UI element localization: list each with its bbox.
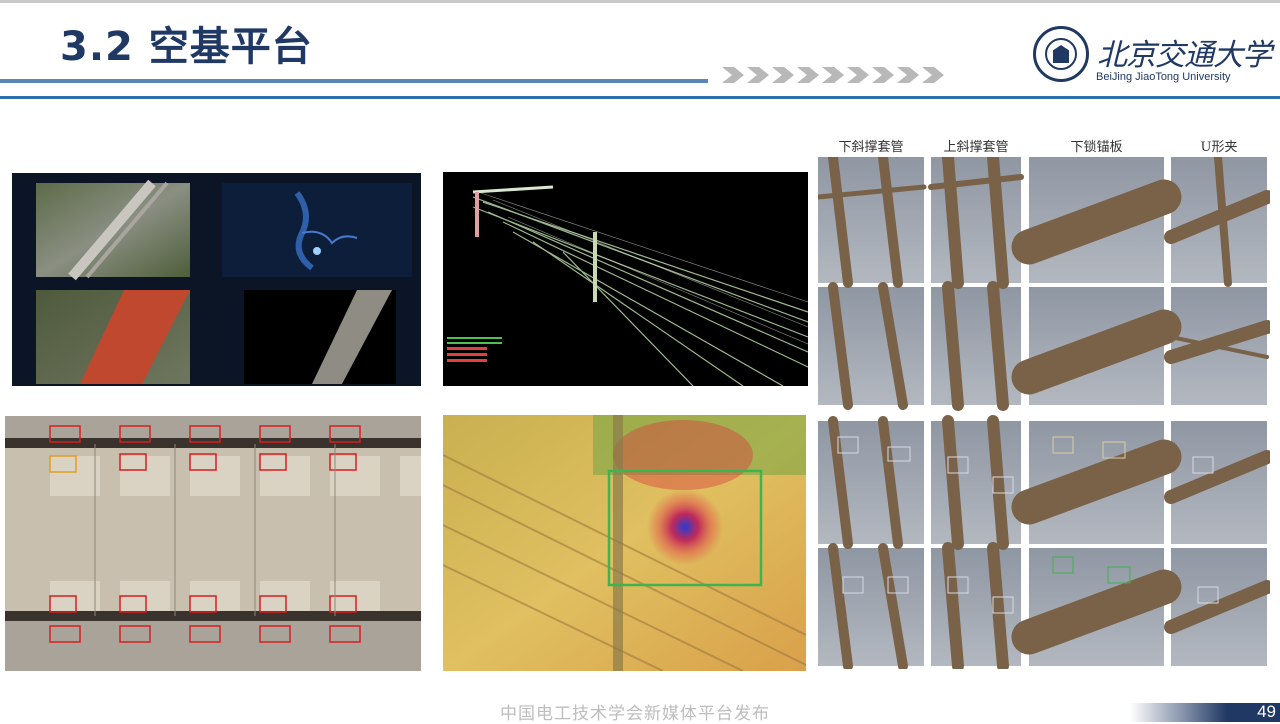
chevron-arrows-icon bbox=[722, 67, 944, 85]
university-name-cn: 北京交通大学 bbox=[1097, 38, 1272, 73]
title-underline bbox=[0, 79, 708, 83]
university-seal-icon bbox=[1033, 26, 1089, 82]
component-grid-image bbox=[818, 157, 1270, 669]
university-name-en: BeiJing JiaoTong University bbox=[1096, 71, 1231, 83]
page-number: 49 bbox=[1257, 702, 1276, 721]
top-border bbox=[0, 0, 1280, 3]
header-lower-brace-sleeve: 下斜撑套管 bbox=[838, 140, 904, 155]
drone-dashboard-image bbox=[12, 173, 421, 386]
catenary-heatmap-image bbox=[443, 415, 806, 671]
header-upper-brace-sleeve: 上斜撑套管 bbox=[943, 140, 1009, 155]
catenary-wireframe-image bbox=[443, 172, 808, 386]
header-u-clamp: U形夹 bbox=[1200, 140, 1238, 155]
footer-watermark: 中国电工技术学会新媒体平台发布 bbox=[500, 704, 770, 724]
university-logo: 北京交通大学 BeiJing JiaoTong University bbox=[1033, 24, 1272, 90]
slide-title: 3.2 空基平台 bbox=[60, 24, 313, 70]
track-fastener-detection-image bbox=[5, 416, 421, 671]
header-anchor-plate: 下锁锚板 bbox=[1070, 140, 1123, 155]
header-rule bbox=[0, 96, 1280, 99]
